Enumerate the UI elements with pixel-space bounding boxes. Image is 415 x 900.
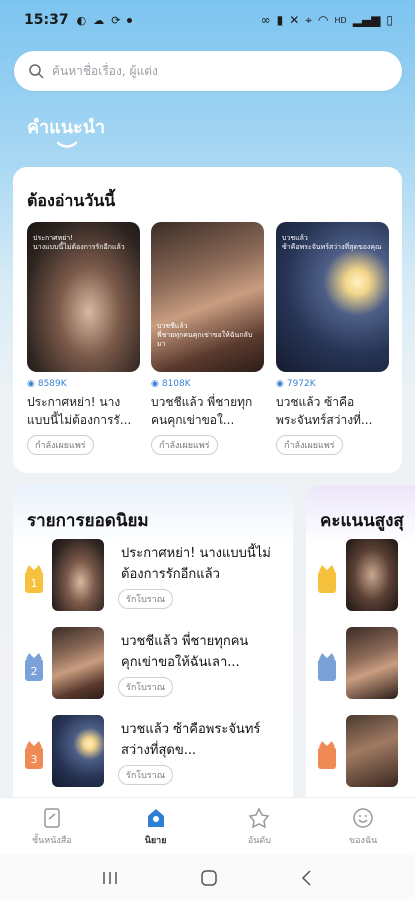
rank-number: 2 — [31, 665, 38, 678]
ranking-row[interactable]: 2 บวชชีแล้ว พี่ชายทุกคนคุกเข่าขอให้ฉันเล… — [13, 627, 293, 699]
rank-crown-badge-icon — [318, 653, 336, 681]
cover-title-text: บวชแล้ว ซ้าคือพระจันทร์สว่างที่สุดของคุณ — [282, 234, 382, 251]
nav-label: ของฉัน — [349, 835, 378, 846]
view-count-value: 8589K — [37, 379, 67, 389]
system-status-icons: ∞ ▮ ✕ ⌖ ◠ HD ▂▄▆ ▯ — [261, 13, 393, 28]
battery-saver-icon: ▮ — [276, 13, 284, 27]
eye-icon: ◉ — [276, 379, 284, 389]
rank-crown-badge-icon — [318, 565, 336, 593]
book-cover[interactable] — [52, 715, 104, 787]
nav-bookshelf[interactable]: ชั้นหนังสือ — [0, 798, 104, 855]
book-cover[interactable] — [346, 539, 398, 611]
eye-icon: ◉ — [151, 379, 159, 389]
sync-icon: ⟳ — [111, 13, 121, 27]
rank-number: 1 — [31, 577, 38, 590]
bottom-navigation: ชั้นหนังสือ นิยาย อันดับ ของฉัน — [0, 797, 415, 855]
book-cover[interactable]: ประกาศหย่า! นางแบบนี้ไม่ต้องการรักอีกแล้… — [27, 222, 140, 372]
genre-tag: รักโบราณ — [118, 589, 174, 609]
book-cover[interactable]: บวชแล้ว ซ้าคือพระจันทร์สว่างที่สุดของคุณ — [276, 222, 389, 372]
wifi-icon: ◠ — [318, 13, 329, 27]
book-title[interactable]: บวชแล้ว ซ้าคือพระจันทร์สว่างที่สุดข... — [121, 719, 283, 761]
section-title: ต้องอ่านวันนี้ — [27, 191, 116, 210]
book-cover[interactable] — [346, 715, 398, 787]
nav-label: นิยาย — [144, 835, 167, 846]
book-title[interactable]: บวชแล้ว ซ้าคือพระจันทร์สว่างที่... — [276, 393, 389, 429]
search-bar[interactable]: ค้นหาชื่อเรื่อง, ผู้แต่ง — [14, 51, 402, 91]
book-cover[interactable]: บวชชีแล้ว พี่ชายทุกคนคุกเข่าขอให้ฉันกลับ… — [151, 222, 264, 372]
battery-icon: ▯ — [386, 13, 393, 27]
link-icon: ∞ — [260, 13, 271, 27]
cover-title-text: ประกาศหย่า! นางแบบนี้ไม่ต้องการรักอีกแล้… — [33, 234, 125, 251]
book-title[interactable]: บวชชีแล้ว พี่ชายทุกคนคุกเข่าขอใ... — [151, 393, 264, 429]
chat-bubble-icon: ◐ — [76, 13, 87, 27]
search-icon — [28, 63, 44, 79]
section-title: คะแนนสูงสุ — [320, 511, 404, 531]
book-card[interactable]: บวชชีแล้ว พี่ชายทุกคนคุกเข่าขอให้ฉันกลับ… — [151, 222, 264, 455]
popular-ranking-section: รายการยอดนิยม 1 ประกาศหย่า! นางแบบนี้ไม่… — [13, 485, 293, 815]
status-bar: 15:37 ◐ ☁ ⟳ ∞ ▮ ✕ ⌖ ◠ HD ▂▄▆ ▯ — [0, 0, 415, 40]
cover-title-text: บวชชีแล้ว พี่ชายทุกคนคุกเข่าขอให้ฉันกลับ… — [157, 322, 253, 348]
ranking-row[interactable]: 1 ประกาศหย่า! นางแบบนี้ไม่ต้องการรักอีกแ… — [13, 539, 293, 611]
status-time: 15:37 — [24, 12, 69, 28]
home-button-icon[interactable] — [199, 868, 219, 888]
tab-recommended[interactable]: คำแนะนำ — [27, 112, 105, 141]
view-count: ◉ 8589K — [27, 379, 140, 389]
book-card[interactable]: บวชแล้ว ซ้าคือพระจันทร์สว่างที่สุดของคุณ… — [276, 222, 389, 455]
nav-ranking[interactable]: อันดับ — [208, 798, 312, 855]
book-cover[interactable] — [346, 627, 398, 699]
status-tag: กำลังเผยแพร่ — [276, 435, 343, 455]
book-title[interactable]: บวชชีแล้ว พี่ชายทุกคนคุกเข่าขอให้ฉันเลา.… — [121, 631, 283, 673]
hd-indicator: HD — [334, 15, 347, 25]
bookshelf-icon — [44, 807, 60, 828]
rank-crown-badge-icon: 3 — [25, 741, 43, 769]
book-title[interactable]: ประกาศหย่า! นางแบบนี้ไม่ต้องการรั... — [27, 393, 140, 429]
view-count-value: 7972K — [286, 379, 316, 389]
nav-profile[interactable]: ของฉัน — [311, 798, 415, 855]
nav-novels[interactable]: นิยาย — [104, 798, 208, 855]
back-button-icon[interactable] — [299, 869, 315, 887]
must-read-today-section: ต้องอ่านวันนี้ ประกาศหย่า! นางแบบนี้ไม่ต… — [13, 167, 402, 473]
rank-crown-badge-icon: 2 — [25, 653, 43, 681]
eye-icon: ◉ — [27, 379, 35, 389]
status-tag: กำลังเผยแพร่ — [27, 435, 94, 455]
recent-apps-icon[interactable] — [100, 870, 120, 886]
book-cover[interactable] — [52, 539, 104, 611]
search-placeholder: ค้นหาชื่อเรื่อง, ผู้แต่ง — [52, 63, 158, 78]
top-rated-section: คะแนนสูงสุ — [306, 485, 415, 815]
cloud-icon: ☁ — [93, 13, 105, 27]
nav-label: อันดับ — [247, 835, 271, 846]
novel-home-icon — [147, 808, 164, 827]
rank-crown-badge-icon: 1 — [25, 565, 43, 593]
section-title: รายการยอดนิยม — [27, 511, 149, 531]
signal-icon: ▂▄▆ — [352, 13, 381, 27]
book-card[interactable]: ประกาศหย่า! นางแบบนี้ไม่ต้องการรักอีกแล้… — [27, 222, 140, 455]
rank-crown-badge-icon — [318, 741, 336, 769]
more-notifications-dot-icon — [127, 17, 133, 23]
tab-active-indicator — [56, 141, 78, 148]
ranking-row[interactable]: 3 บวชแล้ว ซ้าคือพระจันทร์สว่างที่สุดข...… — [13, 715, 293, 787]
genre-tag: รักโบราณ — [118, 677, 174, 697]
system-navigation-bar — [0, 855, 415, 900]
profile-smiley-icon — [353, 807, 373, 828]
notification-icons: ◐ ☁ ⟳ — [77, 14, 133, 27]
view-count-value: 8108K — [161, 379, 191, 389]
view-count: ◉ 7972K — [276, 379, 389, 389]
book-title[interactable]: ประกาศหย่า! นางแบบนี้ไม่ต้องการรักอีกแล้… — [121, 543, 283, 585]
mute-icon: ✕ — [289, 13, 300, 27]
status-tag: กำลังเผยแพร่ — [151, 435, 218, 455]
book-cover[interactable] — [52, 627, 104, 699]
view-count: ◉ 8108K — [151, 379, 264, 389]
location-icon: ⌖ — [305, 12, 313, 27]
ranking-icon — [248, 806, 270, 828]
genre-tag: รักโบราณ — [118, 765, 174, 785]
rank-number: 3 — [31, 753, 38, 766]
nav-label: ชั้นหนังสือ — [32, 835, 72, 846]
